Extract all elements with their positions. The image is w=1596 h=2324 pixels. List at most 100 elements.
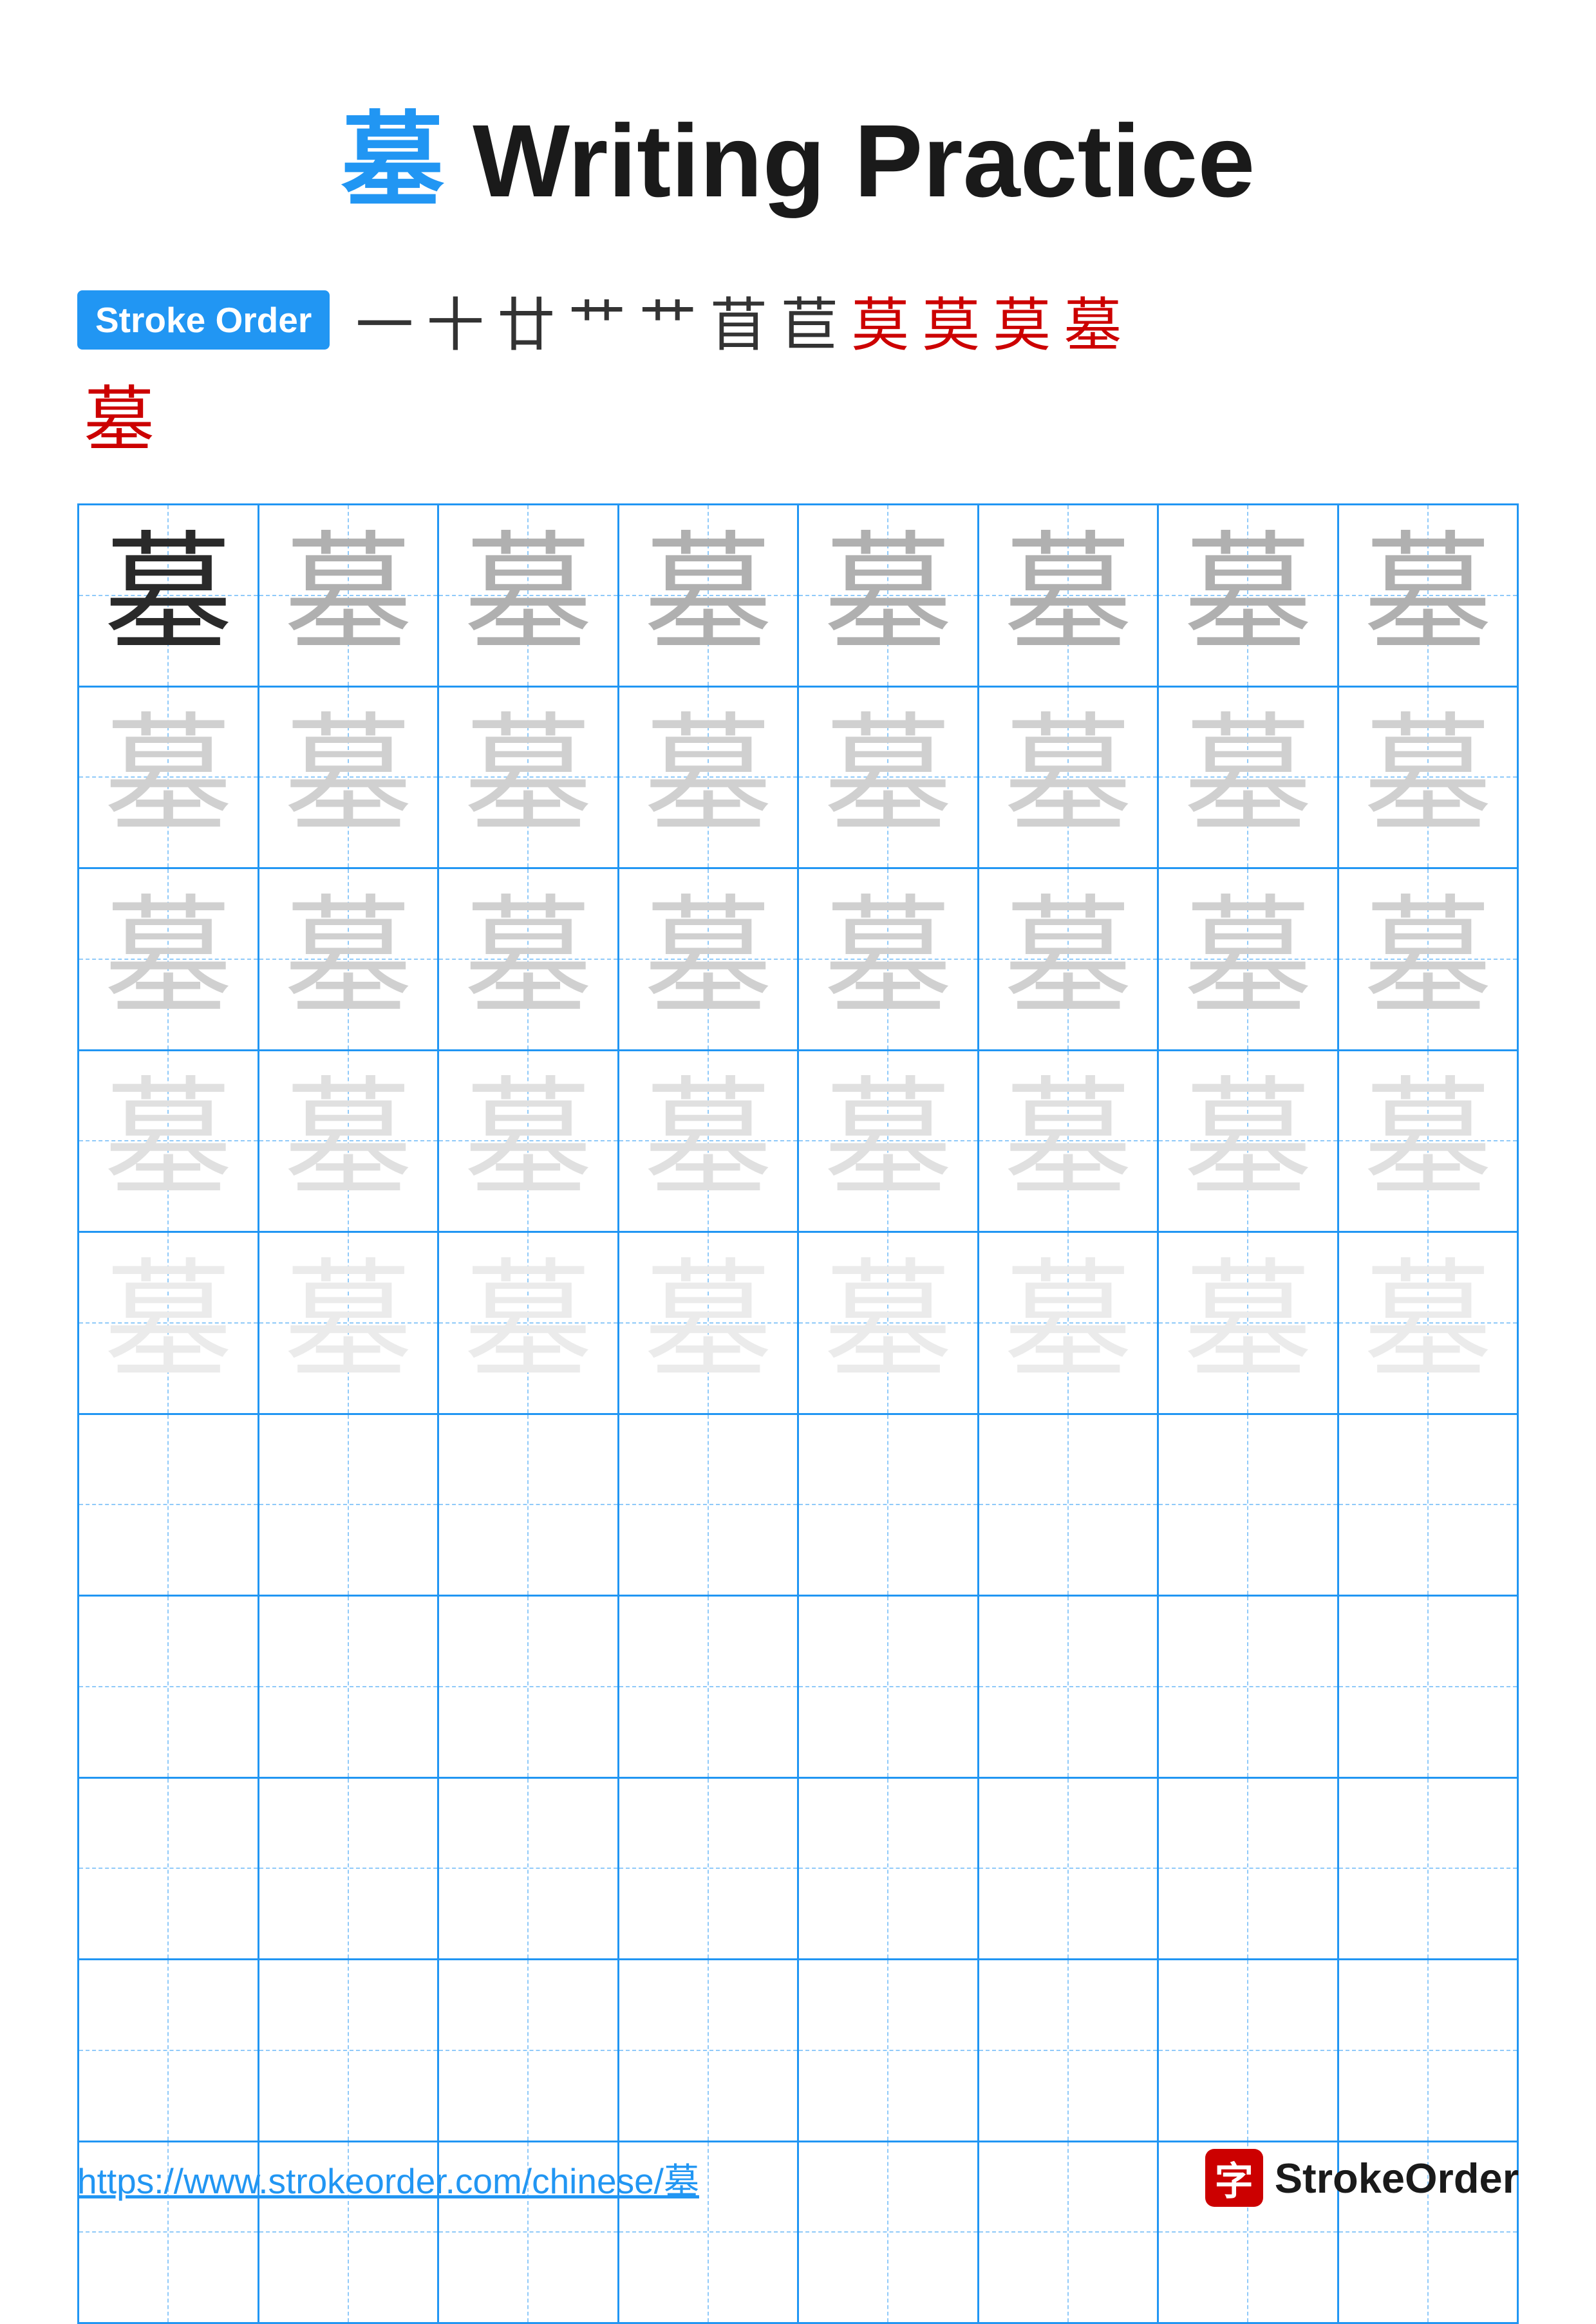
- grid-cell[interactable]: [259, 1960, 440, 2141]
- stroke-final: 墓: [77, 362, 1519, 465]
- grid-cell[interactable]: 墓: [79, 505, 259, 686]
- practice-char: 墓: [104, 895, 232, 1024]
- grid-cell[interactable]: [979, 1415, 1159, 1595]
- grid-cell[interactable]: [979, 1597, 1159, 1777]
- practice-char: 墓: [1183, 713, 1312, 841]
- grid-cell[interactable]: [799, 1597, 979, 1777]
- grid-cell[interactable]: 墓: [799, 688, 979, 868]
- grid-cell[interactable]: [799, 1779, 979, 1959]
- grid-cell[interactable]: [439, 1960, 619, 2141]
- grid-cell[interactable]: 墓: [619, 869, 800, 1049]
- grid-cell[interactable]: [619, 1779, 800, 1959]
- grid-row[interactable]: [79, 1415, 1517, 1597]
- grid-cell[interactable]: [1339, 1415, 1517, 1595]
- grid-row[interactable]: [79, 1960, 1517, 2142]
- grid-cell[interactable]: [79, 1597, 259, 1777]
- grid-cell[interactable]: [1339, 1597, 1517, 1777]
- grid-cell[interactable]: [619, 1415, 800, 1595]
- grid-cell[interactable]: [1339, 1779, 1517, 1959]
- grid-cell[interactable]: [799, 1960, 979, 2141]
- footer-url[interactable]: https://www.strokeorder.com/chinese/墓: [77, 2152, 699, 2204]
- grid-cell[interactable]: [79, 1960, 259, 2141]
- practice-char: 墓: [1364, 1076, 1492, 1205]
- practice-char: 墓: [823, 713, 952, 841]
- grid-cell[interactable]: 墓: [799, 1233, 979, 1413]
- grid-cell[interactable]: 墓: [259, 1051, 440, 1232]
- grid-cell[interactable]: [259, 1779, 440, 1959]
- grid-cell[interactable]: [979, 1960, 1159, 2141]
- grid-cell[interactable]: 墓: [1159, 505, 1339, 686]
- grid-cell[interactable]: [1339, 1960, 1517, 2141]
- practice-char: 墓: [284, 1259, 413, 1387]
- grid-cell[interactable]: 墓: [259, 688, 440, 868]
- grid-cell[interactable]: 墓: [439, 1233, 619, 1413]
- grid-row[interactable]: 墓墓墓墓墓墓墓墓: [79, 688, 1517, 870]
- grid-cell[interactable]: [439, 1779, 619, 1959]
- practice-char: 墓: [1004, 713, 1132, 841]
- practice-char: 墓: [823, 1076, 952, 1205]
- practice-char: 墓: [1183, 1259, 1312, 1387]
- grid-cell[interactable]: 墓: [1159, 869, 1339, 1049]
- grid-cell[interactable]: 墓: [439, 688, 619, 868]
- grid-row[interactable]: 墓墓墓墓墓墓墓墓: [79, 869, 1517, 1051]
- grid-cell[interactable]: 墓: [1159, 1051, 1339, 1232]
- footer-logo-text: StrokeOrder: [1275, 2154, 1519, 2202]
- grid-cell[interactable]: 墓: [1339, 688, 1517, 868]
- grid-cell[interactable]: 墓: [439, 1051, 619, 1232]
- grid-cell[interactable]: 墓: [1339, 1233, 1517, 1413]
- grid-cell[interactable]: [619, 1597, 800, 1777]
- grid-cell[interactable]: 墓: [1159, 688, 1339, 868]
- grid-cell[interactable]: 墓: [979, 1051, 1159, 1232]
- grid-cell[interactable]: 墓: [979, 869, 1159, 1049]
- grid-cell[interactable]: [439, 1597, 619, 1777]
- practice-char: 墓: [644, 1076, 773, 1205]
- grid-cell[interactable]: [1159, 1960, 1339, 2141]
- grid-cell[interactable]: [979, 1779, 1159, 1959]
- grid-cell[interactable]: 墓: [79, 1051, 259, 1232]
- stroke-char-9: 莫: [922, 278, 980, 362]
- grid-cell[interactable]: 墓: [799, 869, 979, 1049]
- stroke-char-11: 墓: [1064, 278, 1122, 362]
- grid-cell[interactable]: 墓: [619, 1233, 800, 1413]
- grid-cell[interactable]: 墓: [979, 1233, 1159, 1413]
- grid-cell[interactable]: 墓: [259, 505, 440, 686]
- grid-cell[interactable]: [1159, 1779, 1339, 1959]
- grid-row[interactable]: 墓墓墓墓墓墓墓墓: [79, 1051, 1517, 1233]
- practice-char: 墓: [1004, 531, 1132, 660]
- grid-row[interactable]: 墓墓墓墓墓墓墓墓: [79, 1233, 1517, 1415]
- grid-cell[interactable]: [79, 1779, 259, 1959]
- stroke-char-5: 艹: [639, 278, 697, 362]
- grid-cell[interactable]: 墓: [1159, 1233, 1339, 1413]
- grid-row[interactable]: [79, 1597, 1517, 1779]
- grid-cell[interactable]: 墓: [1339, 505, 1517, 686]
- grid-cell[interactable]: 墓: [619, 1051, 800, 1232]
- grid-cell[interactable]: [1159, 1415, 1339, 1595]
- grid-cell[interactable]: 墓: [79, 688, 259, 868]
- grid-cell[interactable]: 墓: [1339, 869, 1517, 1049]
- grid-cell[interactable]: 墓: [259, 1233, 440, 1413]
- grid-cell[interactable]: [439, 1415, 619, 1595]
- grid-cell[interactable]: 墓: [979, 688, 1159, 868]
- grid-cell[interactable]: 墓: [259, 869, 440, 1049]
- grid-cell[interactable]: 墓: [799, 1051, 979, 1232]
- practice-char: 墓: [104, 531, 232, 660]
- grid-row[interactable]: [79, 1779, 1517, 1961]
- grid-row[interactable]: 墓墓墓墓墓墓墓墓: [79, 505, 1517, 688]
- grid-cell[interactable]: 墓: [439, 505, 619, 686]
- grid-cell[interactable]: 墓: [79, 1233, 259, 1413]
- grid-cell[interactable]: 墓: [799, 505, 979, 686]
- grid-cell[interactable]: [1159, 1597, 1339, 1777]
- grid-cell[interactable]: [619, 1960, 800, 2141]
- grid-cell[interactable]: [259, 1597, 440, 1777]
- grid-cell[interactable]: [259, 1415, 440, 1595]
- grid-cell[interactable]: 墓: [439, 869, 619, 1049]
- grid-cell[interactable]: 墓: [619, 688, 800, 868]
- grid-cell[interactable]: 墓: [619, 505, 800, 686]
- grid-cell[interactable]: 墓: [79, 869, 259, 1049]
- grid-cell[interactable]: 墓: [1339, 1051, 1517, 1232]
- grid-cell[interactable]: [79, 1415, 259, 1595]
- footer-logo: 字 StrokeOrder: [1205, 2149, 1519, 2207]
- practice-char: 墓: [1183, 895, 1312, 1024]
- grid-cell[interactable]: 墓: [979, 505, 1159, 686]
- grid-cell[interactable]: [799, 1415, 979, 1595]
